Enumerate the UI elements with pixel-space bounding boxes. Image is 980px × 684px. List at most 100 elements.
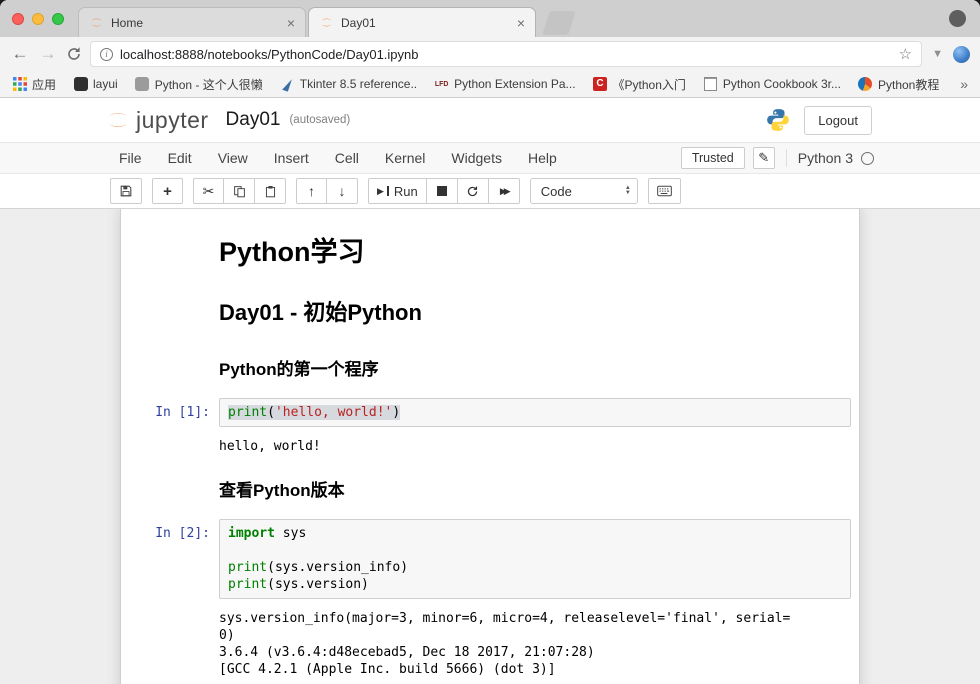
kernel-name: Python 3: [798, 150, 853, 166]
markdown-cell-title[interactable]: Python学习: [121, 221, 859, 282]
menu-help[interactable]: Help: [515, 150, 570, 166]
jupyter-toolbar: + ✂ ↑ ↓ ▶ Run ▶▶ Code: [0, 174, 980, 209]
insert-cell-button[interactable]: +: [152, 178, 183, 204]
markdown-cell-first-program[interactable]: Python的第一个程序: [121, 340, 859, 393]
markdown-cell-version[interactable]: 查看Python版本: [121, 461, 859, 514]
logout-button[interactable]: Logout: [804, 106, 872, 135]
red-c-favicon-icon: C: [593, 77, 608, 92]
bookmarks-bar: 应用 layui Python - 这个人很懒 Tkinter 8.5 refe…: [0, 71, 980, 98]
restart-run-all-button[interactable]: ▶▶: [489, 178, 520, 204]
bookmark-cookbook[interactable]: Python Cookbook 3r...: [703, 77, 841, 92]
bookmark-python-extension[interactable]: LFD Python Extension Pa...: [434, 77, 575, 92]
browser-window: Home × Day01 × ← → i localhost:8888/note…: [0, 0, 980, 684]
cell-type-select[interactable]: Code ▲▼: [530, 178, 638, 204]
notebook-title[interactable]: Day01: [226, 109, 281, 131]
menu-cell[interactable]: Cell: [322, 150, 372, 166]
code-cell-2[interactable]: In [2]: import sys print(sys.version_inf…: [121, 514, 859, 604]
tab-day01[interactable]: Day01 ×: [308, 7, 536, 37]
reload-button[interactable]: [66, 46, 82, 62]
save-button[interactable]: [110, 178, 142, 204]
jupyter-menubar: File Edit View Insert Cell Kernel Widget…: [0, 142, 980, 174]
paste-cells-button[interactable]: [255, 178, 286, 204]
apps-grid-icon: [12, 77, 27, 92]
python-favicon-icon: [135, 77, 150, 92]
book-favicon-icon: [703, 77, 718, 92]
cut-cells-button[interactable]: ✂: [193, 178, 224, 204]
site-info-icon[interactable]: i: [100, 48, 113, 61]
stop-icon: [437, 186, 447, 196]
markdown-cell-day01[interactable]: Day01 - 初始Python: [121, 282, 859, 340]
trusted-button[interactable]: Trusted: [681, 147, 745, 169]
jupyter-logo-icon: [105, 107, 131, 133]
bookmark-layui[interactable]: layui: [73, 77, 118, 92]
run-label: Run: [394, 184, 418, 199]
bookmark-label: Python - 这个人很懒: [155, 76, 263, 93]
bookmark-python-intro[interactable]: C 《Python入门: [593, 76, 686, 93]
lfd-favicon-icon: LFD: [434, 77, 449, 92]
cell-prompt: [121, 466, 219, 509]
play-icon: ▶: [377, 187, 384, 196]
bookmark-label: layui: [93, 77, 118, 91]
code-cell-1[interactable]: In [1]: print('hello, world!'): [121, 393, 859, 432]
copy-cells-button[interactable]: [224, 178, 255, 204]
menu-edit[interactable]: Edit: [155, 150, 205, 166]
cell-output: sys.version_info(major=3, minor=6, micro…: [219, 610, 851, 678]
bookmark-python-blog[interactable]: Python - 这个人很懒: [135, 76, 263, 93]
menu-file[interactable]: File: [106, 150, 155, 166]
scissors-icon: ✂: [203, 183, 215, 200]
restart-kernel-button[interactable]: [458, 178, 489, 204]
bookmark-label: 《Python入门: [613, 76, 686, 93]
menu-view[interactable]: View: [205, 150, 261, 166]
menu-kernel[interactable]: Kernel: [372, 150, 438, 166]
notebook-h2: Day01 - 初始Python: [219, 295, 851, 327]
bookmark-python-tutorial[interactable]: Python教程: [858, 76, 939, 93]
step-bar-icon: [387, 186, 389, 196]
url-text: localhost:8888/notebooks/PythonCode/Day0…: [120, 47, 892, 62]
forward-button[interactable]: →: [38, 44, 58, 64]
bookmark-label: Python Extension Pa...: [454, 77, 575, 91]
bookmark-star-icon[interactable]: ☆: [899, 45, 912, 63]
notebook-container: Python学习 Day01 - 初始Python Python的第一个程序 I…: [120, 209, 860, 684]
minimize-window-button[interactable]: [32, 13, 44, 25]
jupyter-logo-text: jupyter: [136, 107, 209, 133]
interrupt-kernel-button[interactable]: [427, 178, 458, 204]
input-prompt: In [1]:: [121, 398, 219, 427]
browser-navbar: ← → i localhost:8888/notebooks/PythonCod…: [0, 37, 980, 71]
bookmark-label: Tkinter 8.5 reference..: [300, 77, 417, 91]
close-tab-icon[interactable]: ×: [517, 16, 525, 30]
notebook-scroll-area[interactable]: Python学习 Day01 - 初始Python Python的第一个程序 I…: [0, 209, 980, 684]
jupyter-favicon-icon: [89, 15, 104, 30]
bookmark-label: Python教程: [878, 76, 939, 93]
close-tab-icon[interactable]: ×: [287, 16, 295, 30]
menu-widgets[interactable]: Widgets: [438, 150, 515, 166]
bookmarks-overflow-chevron-icon[interactable]: »: [960, 76, 968, 92]
python-logo-icon: [765, 107, 791, 133]
downloads-arrow-icon[interactable]: ▼: [930, 48, 945, 60]
menu-insert[interactable]: Insert: [261, 150, 322, 166]
new-tab-button[interactable]: [542, 11, 576, 35]
divider: [786, 149, 787, 167]
output-area-1: hello, world!: [121, 432, 859, 461]
move-cell-down-button[interactable]: ↓: [327, 178, 358, 204]
window-controls: [12, 13, 64, 25]
back-button[interactable]: ←: [10, 44, 30, 64]
move-cell-up-button[interactable]: ↑: [296, 178, 327, 204]
browser-tab-strip: Home × Day01 ×: [0, 0, 980, 37]
tab-home[interactable]: Home ×: [78, 7, 306, 37]
bookmark-tkinter[interactable]: Tkinter 8.5 reference..: [280, 77, 417, 92]
fullscreen-window-button[interactable]: [52, 13, 64, 25]
code-editor[interactable]: import sys print(sys.version_info)print(…: [219, 519, 851, 599]
run-cell-button[interactable]: ▶ Run: [368, 178, 427, 204]
address-bar[interactable]: i localhost:8888/notebooks/PythonCode/Da…: [90, 41, 922, 67]
bookmark-apps[interactable]: 应用: [12, 76, 56, 93]
select-arrows-icon: ▲▼: [625, 186, 631, 196]
command-palette-button[interactable]: [648, 178, 681, 204]
code-editor[interactable]: print('hello, world!'): [219, 398, 851, 427]
close-window-button[interactable]: [12, 13, 24, 25]
extension-globe-icon[interactable]: [953, 46, 970, 63]
jupyter-logo[interactable]: jupyter: [105, 107, 209, 133]
edit-mode-pencil-icon: ✎: [753, 147, 775, 169]
cell-prompt: [121, 226, 219, 277]
keyboard-icon: [657, 185, 672, 197]
profile-avatar[interactable]: [949, 10, 966, 27]
